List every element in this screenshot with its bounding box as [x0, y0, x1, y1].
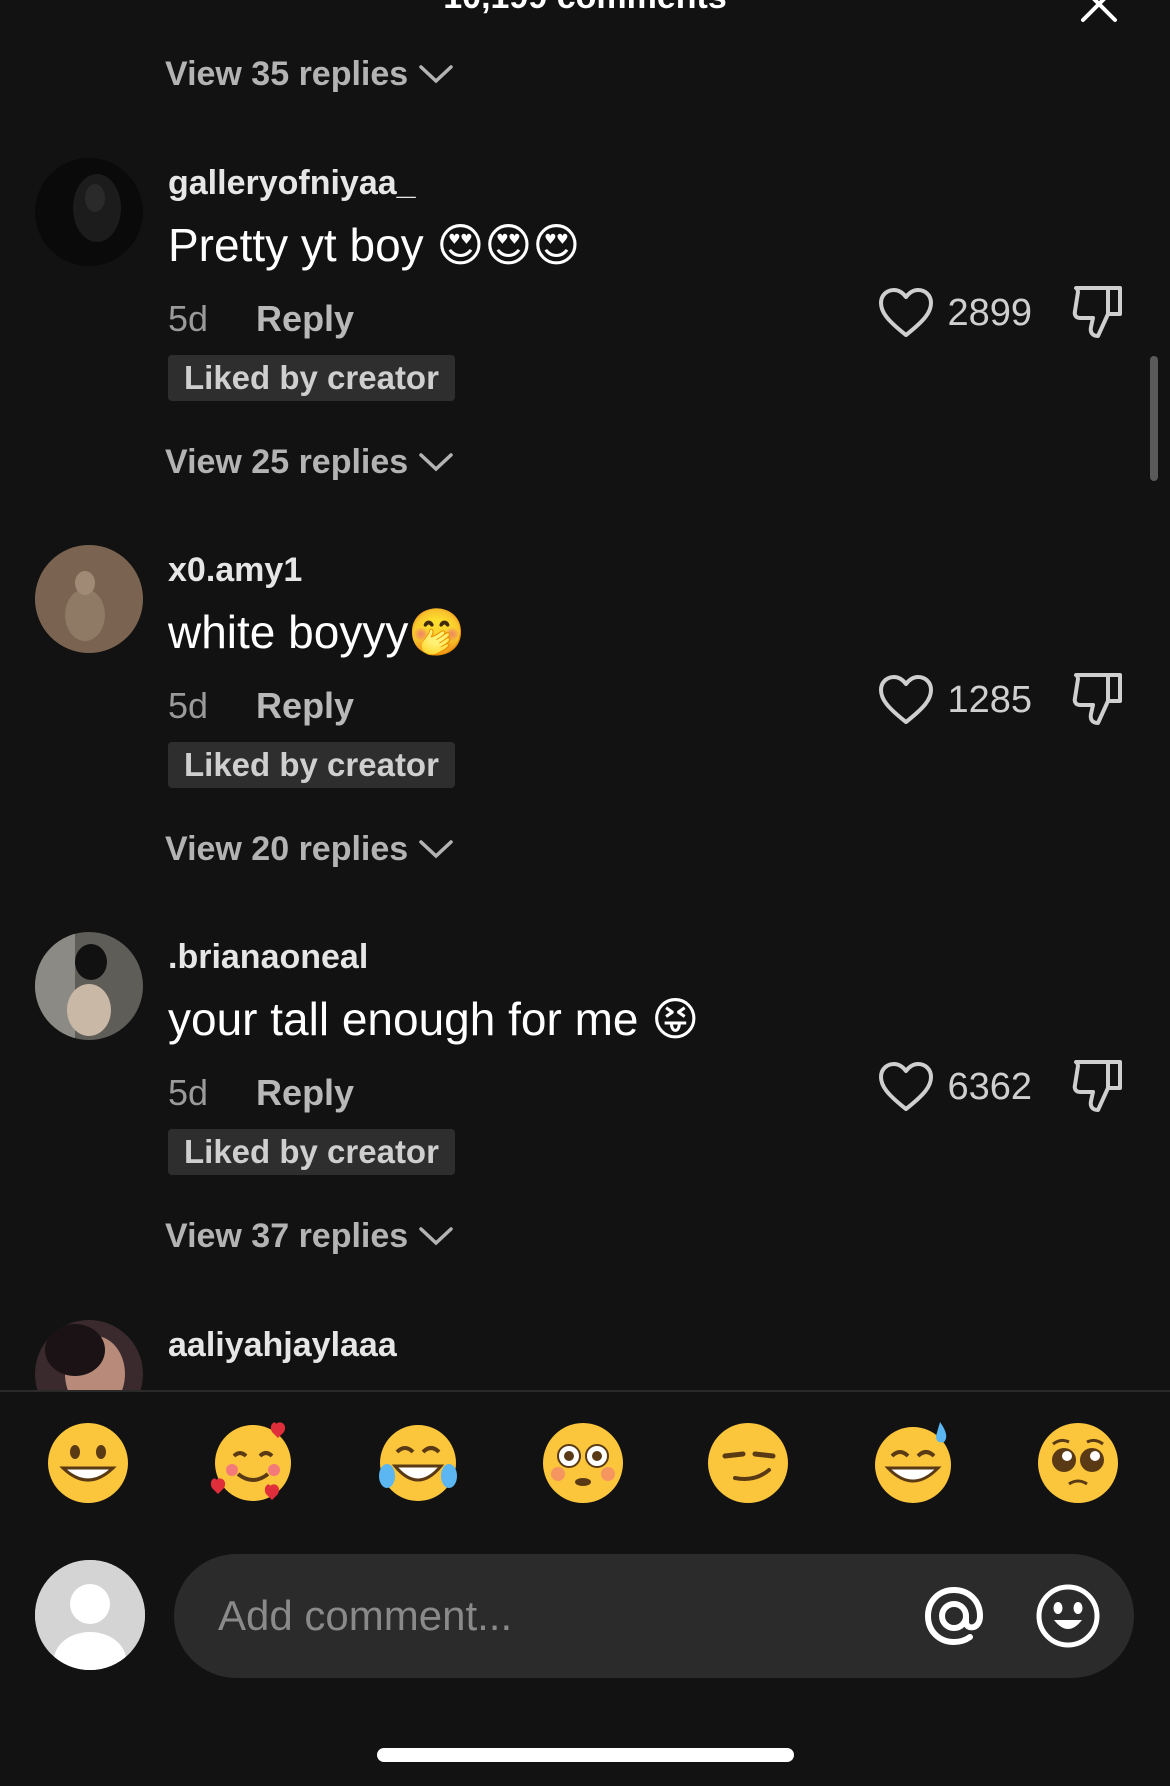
thumbs-down-icon — [1072, 286, 1122, 338]
flushed-face-icon[interactable] — [540, 1420, 626, 1506]
avatar[interactable] — [35, 158, 143, 266]
heart-icon — [879, 288, 934, 337]
mention-button[interactable] — [920, 1582, 988, 1650]
view-replies-label: View 35 replies — [165, 54, 409, 93]
avatar[interactable] — [35, 545, 143, 653]
comment-input[interactable] — [174, 1554, 1134, 1678]
liked-by-creator-badge: Liked by creator — [168, 355, 455, 401]
comment-username[interactable]: .brianaoneal — [168, 938, 368, 977]
liked-by-creator-badge: Liked by creator — [168, 1129, 455, 1175]
comment-item: galleryofniyaa_ Pretty yt boy 😍😍😍 5d Rep… — [0, 158, 1170, 418]
chevron-down-icon — [419, 65, 453, 84]
at-sign-icon — [924, 1586, 984, 1646]
comment-item: .brianaoneal your tall enough for me 😝 5… — [0, 932, 1170, 1192]
comment-text: Pretty yt boy 😍😍😍 — [168, 219, 581, 271]
reply-button[interactable]: Reply — [256, 1072, 354, 1114]
emoji-picker-button[interactable] — [1034, 1582, 1102, 1650]
like-button[interactable]: 2899 — [877, 286, 1032, 340]
chevron-down-icon — [419, 840, 453, 859]
like-button[interactable]: 6362 — [877, 1060, 1032, 1114]
dislike-button[interactable] — [1070, 282, 1126, 342]
like-count: 2899 — [947, 291, 1032, 334]
comment-item: x0.amy1 white boyyy🤭 5d Reply Liked by c… — [0, 545, 1170, 805]
divider — [0, 1390, 1170, 1392]
grinning-face-icon[interactable] — [45, 1420, 131, 1506]
heart-icon — [879, 675, 934, 724]
comment-username[interactable]: aaliyahjaylaaa — [168, 1326, 397, 1365]
liked-by-creator-badge: Liked by creator — [168, 742, 455, 788]
like-count: 1285 — [947, 678, 1032, 721]
scrollbar[interactable] — [1150, 356, 1158, 481]
chevron-down-icon — [419, 1227, 453, 1246]
smiley-icon — [1036, 1584, 1100, 1648]
avatar[interactable] — [35, 1320, 143, 1390]
face-with-tears-of-joy-icon[interactable] — [375, 1420, 461, 1506]
comments-sheet: 10,199 comments View 35 replies galleryo… — [0, 0, 1170, 1786]
avatar[interactable] — [35, 932, 143, 1040]
thumbs-down-icon — [1072, 673, 1122, 725]
comment-time: 5d — [168, 298, 209, 339]
comment-time: 5d — [168, 1072, 209, 1113]
like-button[interactable]: 1285 — [877, 673, 1032, 727]
grinning-face-with-sweat-icon[interactable] — [870, 1420, 956, 1506]
my-avatar[interactable] — [35, 1560, 145, 1670]
heart-icon — [879, 1062, 934, 1111]
view-replies-label: View 20 replies — [165, 829, 409, 868]
view-replies-label: View 25 replies — [165, 442, 409, 481]
comment-list[interactable]: View 35 replies galleryofniyaa_ Pretty y… — [0, 0, 1170, 1390]
comment-item: aaliyahjaylaaa — [0, 1320, 1170, 1390]
comment-text: your tall enough for me 😝 — [168, 993, 700, 1045]
emoji-quick-bar — [0, 1420, 1170, 1520]
comment-username[interactable]: x0.amy1 — [168, 551, 302, 590]
view-replies-button[interactable]: View 37 replies — [165, 1214, 454, 1258]
dislike-button[interactable] — [1070, 669, 1126, 729]
comment-time: 5d — [168, 685, 209, 726]
thumbs-down-icon — [1072, 1060, 1122, 1112]
smirking-face-icon[interactable] — [705, 1420, 791, 1506]
smiling-face-with-hearts-icon[interactable] — [210, 1420, 296, 1506]
home-indicator[interactable] — [377, 1748, 794, 1762]
chevron-down-icon — [419, 453, 453, 472]
view-replies-button[interactable]: View 35 replies — [165, 52, 454, 96]
view-replies-label: View 37 replies — [165, 1216, 409, 1255]
reply-button[interactable]: Reply — [256, 685, 354, 727]
like-count: 6362 — [947, 1065, 1032, 1108]
reply-button[interactable]: Reply — [256, 298, 354, 340]
comment-username[interactable]: galleryofniyaa_ — [168, 164, 416, 203]
default-user-icon — [35, 1560, 145, 1670]
view-replies-button[interactable]: View 25 replies — [165, 440, 454, 484]
comment-text: white boyyy🤭 — [168, 606, 466, 658]
dislike-button[interactable] — [1070, 1056, 1126, 1116]
view-replies-button[interactable]: View 20 replies — [165, 827, 454, 871]
pleading-face-icon[interactable] — [1035, 1420, 1121, 1506]
